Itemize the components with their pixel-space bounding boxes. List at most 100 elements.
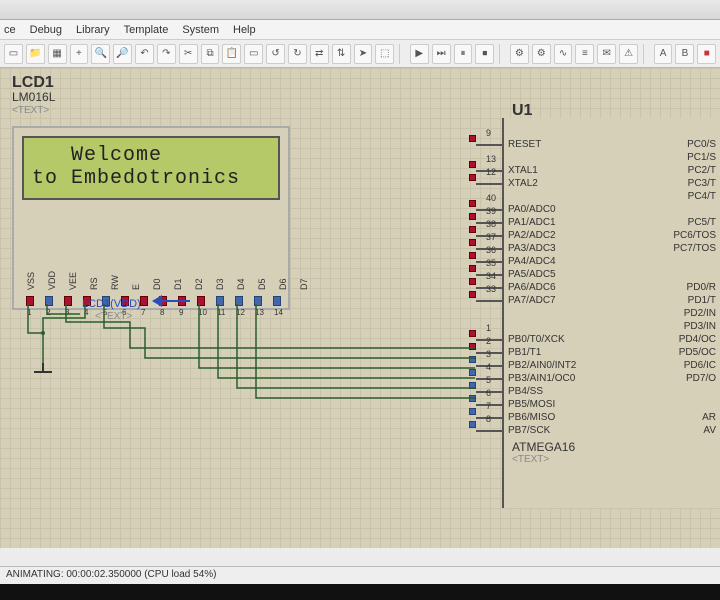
- ic-pad-9[interactable]: [469, 135, 476, 142]
- grid-icon[interactable]: ▦: [48, 44, 67, 64]
- lcd-pin-d0: D0: [152, 264, 162, 290]
- lcd-line1: Welcome: [32, 144, 270, 167]
- lcd-line2: to Embedotronics: [32, 167, 270, 190]
- lcd-pad-11[interactable]: 11: [216, 296, 224, 306]
- ground-symbol[interactable]: [34, 363, 58, 377]
- ic-pad-3[interactable]: [469, 356, 476, 363]
- wave-icon[interactable]: ∿: [554, 44, 573, 64]
- ic-pad-37[interactable]: [469, 239, 476, 246]
- ic-pad-12[interactable]: [469, 174, 476, 181]
- cut-icon[interactable]: ✂: [179, 44, 198, 64]
- ic-pad-6[interactable]: [469, 395, 476, 402]
- msg-icon[interactable]: ✉: [597, 44, 616, 64]
- lcd-pad-1[interactable]: 1: [26, 296, 34, 306]
- lcd-pad-10[interactable]: 10: [197, 296, 205, 306]
- schematic-canvas[interactable]: LCD1 LM016L <TEXT> Welcome to Embedotron…: [0, 68, 720, 548]
- ic-pad-39[interactable]: [469, 213, 476, 220]
- lcd-screen: Welcome to Embedotronics: [22, 136, 280, 200]
- lcd-pad-12[interactable]: 12: [235, 296, 243, 306]
- zoom-in-icon[interactable]: 🔍: [91, 44, 110, 64]
- lcd-pad-13[interactable]: 13: [254, 296, 262, 306]
- ic-pin-8[interactable]: 8PB7/SCK: [476, 424, 504, 437]
- lcd-pin-rs: RS: [89, 264, 99, 290]
- menu-bar: ce Debug Library Template System Help: [0, 20, 720, 40]
- menu-help[interactable]: Help: [233, 24, 256, 36]
- copy-icon[interactable]: ⧉: [201, 44, 220, 64]
- lcd-pad-7[interactable]: 7: [140, 296, 148, 306]
- undo-icon[interactable]: ↶: [135, 44, 154, 64]
- flip-v-icon[interactable]: ⇅: [332, 44, 351, 64]
- voltage-probe-icon[interactable]: [158, 300, 190, 312]
- redo-icon[interactable]: ↷: [157, 44, 176, 64]
- lcd-pad-2[interactable]: 2: [45, 296, 53, 306]
- flip-h-icon[interactable]: ⇄: [310, 44, 329, 64]
- ic-pad-1[interactable]: [469, 330, 476, 337]
- status-text: ANIMATING: 00:00:02.350000 (CPU load 54%…: [6, 569, 216, 580]
- menu-ce[interactable]: ce: [4, 24, 16, 36]
- ic-pad-7[interactable]: [469, 408, 476, 415]
- err-icon[interactable]: ⚠: [619, 44, 638, 64]
- lcd-pin-d4: D4: [236, 264, 246, 290]
- menu-debug[interactable]: Debug: [30, 24, 62, 36]
- zoom-out-icon[interactable]: 🔎: [113, 44, 132, 64]
- ic-pad-4[interactable]: [469, 369, 476, 376]
- lcd-pad-3[interactable]: 3: [64, 296, 72, 306]
- cfg2-icon[interactable]: ⚙: [532, 44, 551, 64]
- block-icon[interactable]: ▭: [244, 44, 263, 64]
- ic-pad-5[interactable]: [469, 382, 476, 389]
- lcd-pin-vss: VSS: [26, 264, 36, 290]
- red-icon[interactable]: ■: [697, 44, 716, 64]
- menu-template[interactable]: Template: [124, 24, 169, 36]
- lcd-pin-d1: D1: [173, 264, 183, 290]
- file-icon[interactable]: ▭: [4, 44, 23, 64]
- ic-pin-33[interactable]: 33PA7/ADC7: [476, 294, 504, 307]
- menu-system[interactable]: System: [182, 24, 219, 36]
- lcd-pad-14[interactable]: 14: [273, 296, 281, 306]
- lcd-labels: LCD1 LM016L <TEXT>: [12, 76, 55, 118]
- lcd-pin-labels: VSSVDDVEERSRWED0D1D2D3D4D5D6D7: [26, 264, 309, 290]
- rotate-r-icon[interactable]: ↻: [288, 44, 307, 64]
- lcd-text: <TEXT>: [12, 104, 55, 118]
- letterbox-bar: [0, 584, 720, 600]
- lcd-pin-d7: D7: [299, 264, 309, 290]
- play-icon[interactable]: ▶: [410, 44, 429, 64]
- net-label-text: <TEXT>: [95, 311, 132, 322]
- ic-pad-34[interactable]: [469, 278, 476, 285]
- plus-icon[interactable]: +: [70, 44, 89, 64]
- step-icon[interactable]: ⏭: [432, 44, 451, 64]
- log-icon[interactable]: ≡: [575, 44, 594, 64]
- net-label[interactable]: LCD1(VDD): [82, 298, 141, 310]
- rotate-l-icon[interactable]: ↺: [266, 44, 285, 64]
- b-icon[interactable]: B: [675, 44, 694, 64]
- lcd-pin-d5: D5: [257, 264, 267, 290]
- pick-icon[interactable]: ⬚: [375, 44, 394, 64]
- ic-pad-13[interactable]: [469, 161, 476, 168]
- ic-pad-36[interactable]: [469, 252, 476, 259]
- lcd-pin-d6: D6: [278, 264, 288, 290]
- lcd-component[interactable]: Welcome to Embedotronics VSSVDDVEERSRWED…: [12, 126, 290, 310]
- pause-icon[interactable]: ⏸: [454, 44, 473, 64]
- toolbar: ▭📁▦+🔍🔎↶↷✂⧉📋▭↺↻⇄⇅➤⬚▶⏭⏸⏹⚙⚙∿≡✉⚠AB■: [0, 40, 720, 68]
- ic-pad-2[interactable]: [469, 343, 476, 350]
- menu-library[interactable]: Library: [76, 24, 110, 36]
- title-bar: [0, 0, 720, 20]
- stop-icon[interactable]: ⏹: [475, 44, 494, 64]
- ic-pin-12[interactable]: 12XTAL2: [476, 177, 504, 190]
- status-bar: ANIMATING: 00:00:02.350000 (CPU load 54%…: [0, 566, 720, 584]
- lcd-pin-rw: RW: [110, 264, 120, 290]
- lcd-pin-vdd: VDD: [47, 264, 57, 290]
- open-icon[interactable]: 📁: [26, 44, 45, 64]
- arrow-icon[interactable]: ➤: [354, 44, 373, 64]
- paste-icon[interactable]: 📋: [222, 44, 241, 64]
- lcd-ref[interactable]: LCD1: [12, 76, 55, 90]
- cfg1-icon[interactable]: ⚙: [510, 44, 529, 64]
- lcd-pin-vee: VEE: [68, 264, 78, 290]
- ic-pin-9[interactable]: 9RESET: [476, 138, 504, 151]
- ic-pad-38[interactable]: [469, 226, 476, 233]
- ic-pad-40[interactable]: [469, 200, 476, 207]
- a-icon[interactable]: A: [654, 44, 673, 64]
- ic-pad-8[interactable]: [469, 421, 476, 428]
- ic-pad-35[interactable]: [469, 265, 476, 272]
- ic-pad-33[interactable]: [469, 291, 476, 298]
- ic-part: ATMEGA16: [512, 440, 575, 454]
